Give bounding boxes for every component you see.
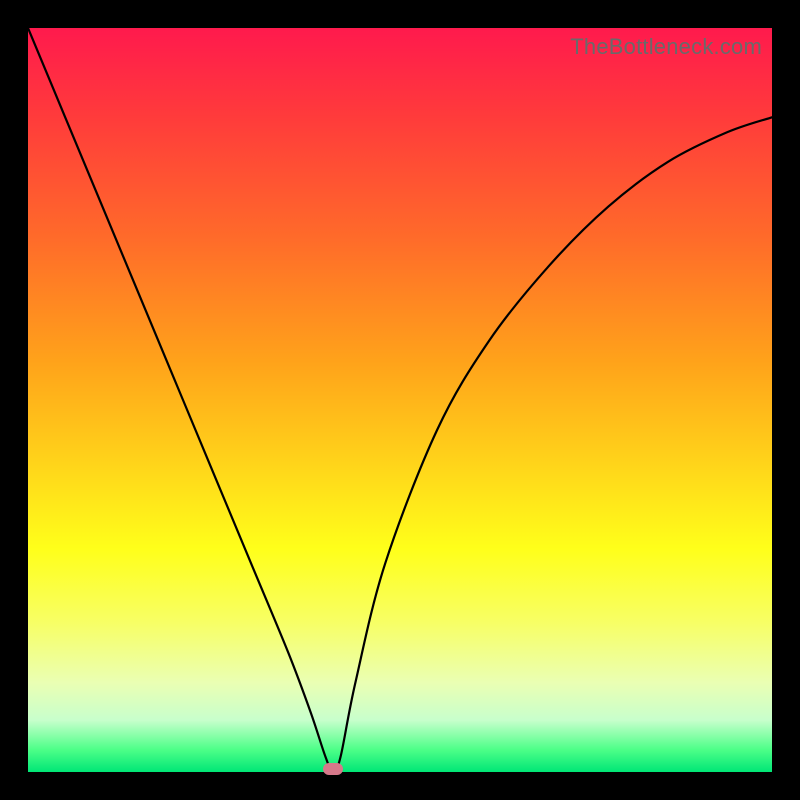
minimum-marker [323,763,343,775]
bottleneck-curve [28,28,772,772]
plot-area: TheBottleneck.com [28,28,772,772]
chart-frame: TheBottleneck.com [0,0,800,800]
curve-layer [28,28,772,772]
